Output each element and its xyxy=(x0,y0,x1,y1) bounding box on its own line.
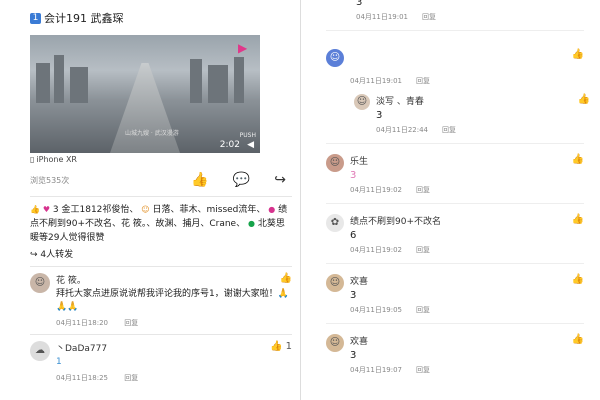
avatar[interactable]: ☺ xyxy=(30,273,50,293)
comment-time: 04月11日18:20 xyxy=(56,319,108,327)
video-time: 2:02 xyxy=(219,140,240,150)
device-label: ▯ iPhone XR xyxy=(30,155,77,164)
avatar[interactable]: ☺ xyxy=(326,154,344,172)
comment-item: ☺ 乐生 👍 3 04月11日19:02 回复 xyxy=(320,154,590,195)
comment-item: ☺ 欢喜 👍 3 04月11日19:05 回复 xyxy=(320,274,590,315)
comment-item: ☺ 👍 04月11日19:01 回复 xyxy=(320,49,590,86)
video-brand: PUSH xyxy=(239,132,256,139)
avatar[interactable]: ☺ xyxy=(326,334,344,352)
reply-button[interactable]: 回复 xyxy=(416,246,430,254)
comment-text: 3 xyxy=(356,0,363,8)
avatar[interactable]: ☺ xyxy=(326,274,344,292)
video-player[interactable]: ▶ PUSH 山城九嫂 · 武汉漫游 2:02 ◀ xyxy=(30,35,260,153)
comment-author[interactable]: 淡写 、青春 xyxy=(376,94,424,107)
comment-like-icon[interactable]: 👍 xyxy=(572,49,584,60)
reply-button[interactable]: 回复 xyxy=(422,13,436,21)
comment-author[interactable]: 乐生 xyxy=(350,154,368,167)
avatar[interactable]: ✿ xyxy=(326,214,344,232)
comment-icon[interactable]: 💬 xyxy=(233,172,250,188)
like-icon[interactable]: 👍 xyxy=(191,172,208,188)
comment-like-icon[interactable]: 👍 xyxy=(572,214,584,227)
comment-item: ☺ 花 筱。 👍 拜托大家点进原说说帮我评论我的序号1，谢谢大家啦！🙏🙏🙏 04… xyxy=(30,273,292,328)
comment-text: 3 xyxy=(376,110,383,121)
comment-text: 3 xyxy=(350,350,357,361)
speaker-icon[interactable]: ◀ xyxy=(247,140,254,150)
comment-time: 04月11日18:25 xyxy=(56,374,108,382)
comment-text: 6 xyxy=(350,230,357,241)
reply-button[interactable]: 回复 xyxy=(416,77,430,85)
green-circle-icon: ● xyxy=(247,219,255,228)
share-icon[interactable]: ↪ xyxy=(274,172,286,188)
comment-author[interactable]: 花 筱。 xyxy=(56,273,86,286)
heart-icon: ♥ xyxy=(42,205,51,214)
comment-author[interactable]: 丶DaDa777 xyxy=(56,341,107,354)
thumb-icon: 👍 xyxy=(30,205,40,214)
reply-button[interactable]: 回复 xyxy=(124,319,138,327)
reply-button[interactable]: 回复 xyxy=(416,306,430,314)
avatar[interactable]: ☺ xyxy=(354,94,370,110)
video-road xyxy=(110,63,180,153)
post-title-bar: 1 会计191 武鑫琛 xyxy=(30,10,292,26)
phone-icon: ▯ xyxy=(30,155,35,164)
video-logo-icon: ▶ xyxy=(238,41,248,55)
share-count[interactable]: ↪ 4人转发 xyxy=(30,247,292,260)
comment-like-icon[interactable]: 👍 1 xyxy=(270,341,292,354)
comment-like-icon[interactable]: 👍 xyxy=(572,154,584,167)
reply-item: ☺ 淡写 、青春 👍 3 04月11日22:44 回复 xyxy=(354,94,590,135)
comment-text: 3 xyxy=(350,170,357,181)
reply-button[interactable]: 回复 xyxy=(442,126,456,134)
video-watermark: 山城九嫂 · 武汉漫游 xyxy=(125,130,179,137)
comment-item: ☺ 欢喜 👍 3 04月11日19:07 回复 xyxy=(320,334,590,375)
comment-item: 3 04月11日19:01 回复 xyxy=(320,0,590,31)
avatar[interactable]: ☺ xyxy=(326,49,344,67)
comment-like-icon[interactable]: 👍 xyxy=(572,274,584,287)
comment-text: 3 xyxy=(350,290,357,301)
comment-text: 拜托大家点进原说说帮我评论我的序号1，谢谢大家啦！🙏🙏🙏 xyxy=(56,289,289,312)
post-title: 会计191 武鑫琛 xyxy=(44,12,124,25)
like-list: 👍 ♥ 3 金工1812祁俊怡、 ☺ 日落、菲木、missed流年、 ● 绩点不… xyxy=(30,205,288,243)
view-count: 浏览535次 xyxy=(30,175,70,185)
share-small-icon: ↪ xyxy=(30,250,38,260)
comment-author[interactable]: 绩点不刷到90+不改名 xyxy=(350,214,441,227)
comment-author[interactable]: 欢喜 xyxy=(350,274,368,287)
reply-button[interactable]: 回复 xyxy=(124,374,138,382)
avatar[interactable]: ☁ xyxy=(30,341,50,361)
number-badge: 1 xyxy=(30,12,41,24)
comment-like-icon[interactable]: 👍 xyxy=(572,334,584,347)
reply-button[interactable]: 回复 xyxy=(416,186,430,194)
comment-item: ✿ 绩点不刷到90+不改名 👍 6 04月11日19:02 回复 xyxy=(320,214,590,255)
comment-item: ☁ 丶DaDa777 👍 1 1 04月11日18:25 回复 xyxy=(30,341,292,383)
reply-button[interactable]: 回复 xyxy=(416,366,430,374)
comment-like-icon[interactable]: 👍 xyxy=(578,94,590,107)
comment-text: 1 xyxy=(56,357,62,367)
pink-circle-icon: ● xyxy=(268,205,276,214)
comment-author[interactable]: 欢喜 xyxy=(350,334,368,347)
comments-panel: 3 04月11日19:01 回复 ☺ 👍 04月11日19:01 回复 ☺ 淡写 、… xyxy=(320,0,590,400)
comment-like-icon[interactable]: 👍 xyxy=(280,273,292,286)
post-panel: 1 会计191 武鑫琛 ▶ PUSH 山城九嫂 · 武汉漫游 2:02 ◀ ▯ … xyxy=(22,0,301,400)
smile-icon: ☺ xyxy=(141,205,150,214)
